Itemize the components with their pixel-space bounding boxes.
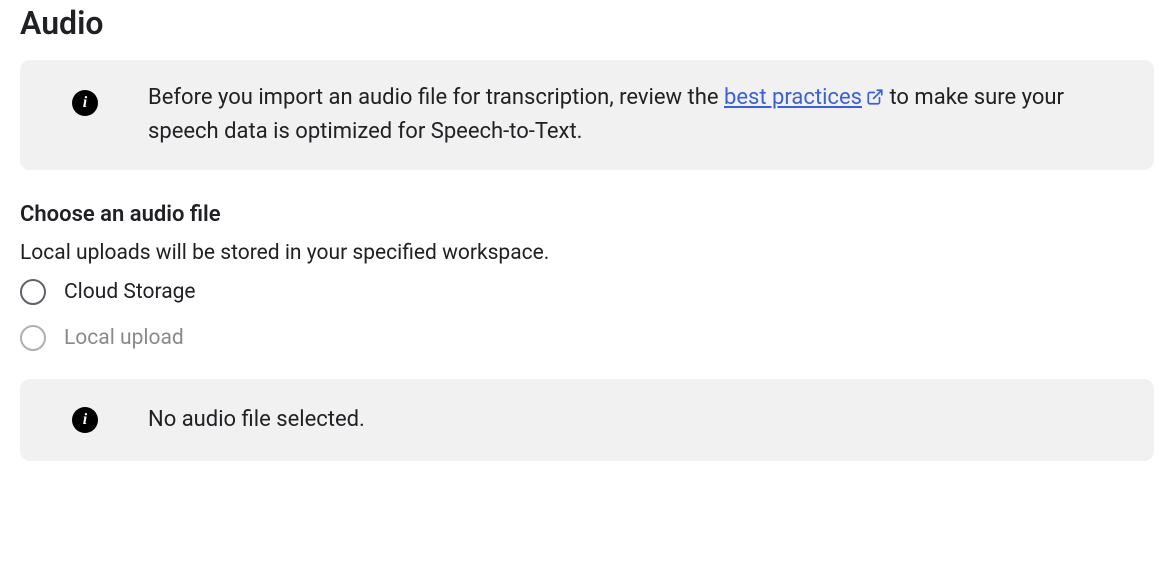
info-icon: i [72, 407, 98, 433]
radio-cloud-storage-label: Cloud Storage [64, 280, 196, 304]
external-link-icon [866, 84, 884, 116]
radio-icon [20, 279, 46, 305]
info-icon-wrapper: i [72, 90, 98, 116]
no-file-selected-banner: i No audio file selected. [20, 379, 1154, 461]
info-icon: i [72, 90, 98, 116]
best-practices-notice: i Before you import an audio file for tr… [20, 60, 1154, 170]
audio-source-radio-group: Cloud Storage Local upload [20, 279, 1154, 351]
page-title: Audio [20, 4, 1154, 42]
radio-cloud-storage[interactable]: Cloud Storage [20, 279, 1154, 305]
radio-local-upload[interactable]: Local upload [20, 325, 1154, 351]
radio-local-upload-label: Local upload [64, 326, 184, 350]
choose-audio-heading: Choose an audio file [20, 202, 1154, 227]
no-file-selected-text: No audio file selected. [148, 407, 365, 432]
local-upload-hint: Local uploads will be stored in your spe… [20, 241, 1154, 265]
best-practices-link-label: best practices [724, 85, 862, 110]
notice-text-before: Before you import an audio file for tran… [148, 85, 724, 110]
info-icon-wrapper: i [72, 407, 98, 433]
radio-icon [20, 325, 46, 351]
best-practices-link[interactable]: best practices [724, 85, 884, 110]
notice-text: Before you import an audio file for tran… [148, 82, 1126, 148]
